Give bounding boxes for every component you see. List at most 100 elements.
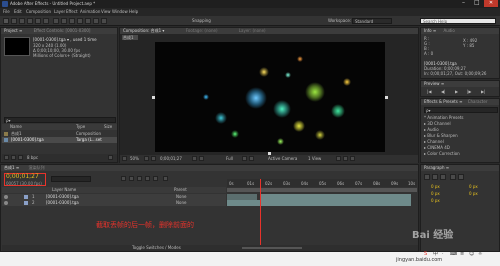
layer-parent[interactable]: None [176, 200, 186, 205]
quality-dropdown[interactable]: Full [226, 156, 233, 161]
brush-tool-icon[interactable] [77, 18, 83, 24]
graph-editor-icon[interactable] [163, 176, 168, 181]
align-center-icon[interactable] [432, 174, 438, 180]
label-color-swatch[interactable] [24, 201, 28, 205]
transparency-icon[interactable] [249, 156, 254, 161]
space-before[interactable]: 0 px [431, 191, 440, 196]
comp-breadcrumb[interactable]: 合成1 [122, 35, 138, 40]
always-preview-icon[interactable] [122, 156, 127, 161]
effects-tab[interactable]: Effects & Presets ≡ [424, 99, 462, 104]
pan-behind-tool-icon[interactable] [43, 18, 49, 24]
timeline-search-input[interactable] [51, 176, 91, 182]
grid-icon[interactable] [144, 156, 149, 161]
selection-tool-icon[interactable] [3, 18, 9, 24]
timeline-layer-row[interactable]: 2 [0001-0300].tga None [2, 200, 226, 206]
frame-blend-icon[interactable] [145, 176, 150, 181]
col-type[interactable]: Type [76, 124, 85, 129]
tray-icon[interactable]: ☺ [469, 252, 474, 257]
timeline-icon[interactable] [343, 156, 348, 161]
new-folder-icon[interactable] [11, 155, 16, 160]
eraser-tool-icon[interactable] [93, 18, 99, 24]
paragraph-tab[interactable]: Paragraph ≡ [424, 165, 449, 170]
handle-left[interactable] [152, 96, 155, 99]
first-frame-button[interactable]: |◀ [427, 89, 431, 94]
puppet-tool-icon[interactable] [101, 18, 107, 24]
indent-left[interactable]: 0 px [431, 184, 440, 189]
col-parent[interactable]: Parent [174, 187, 187, 192]
pen-tool-icon[interactable] [61, 18, 67, 24]
shy-icon[interactable] [137, 176, 142, 181]
project-row-footage[interactable]: [0001-0300].tga Targa (L...set [2, 137, 117, 143]
render-queue-tab[interactable]: 渲染队列 [28, 165, 44, 170]
menu-animation[interactable]: Animation [80, 9, 100, 14]
col-name[interactable]: Name [10, 124, 22, 129]
character-tab[interactable]: Character [468, 99, 488, 104]
tray-icon[interactable]: 中 [433, 252, 438, 257]
flowchart-icon[interactable] [350, 156, 355, 161]
work-area-bar[interactable] [227, 188, 417, 192]
effects-category[interactable]: ▸ Audio [424, 127, 439, 132]
align-right-icon[interactable] [440, 174, 446, 180]
snapping-label[interactable]: Snapping [192, 18, 211, 23]
rectangle-tool-icon[interactable] [53, 18, 59, 24]
justify-all-icon[interactable] [458, 174, 464, 180]
composition-tab[interactable]: Composition: 合成1 ▾ [123, 28, 164, 33]
bit-depth[interactable]: 8 bpc [27, 155, 38, 160]
current-time[interactable]: 0;00;01;27 [6, 174, 39, 180]
zoom-dropdown[interactable]: 50% [130, 156, 139, 161]
interpret-footage-icon[interactable] [4, 155, 9, 160]
effect-controls-tab[interactable]: Effect Controls: [0001-0300] [34, 28, 91, 33]
new-comp-icon[interactable] [18, 155, 23, 160]
hand-tool-icon[interactable] [11, 18, 17, 24]
views-dropdown[interactable]: 1 View [308, 156, 321, 161]
menu-file[interactable]: File [3, 9, 10, 14]
fast-preview-icon[interactable] [336, 156, 341, 161]
viewer-time[interactable]: 0;00;01;27 [160, 156, 182, 161]
project-tab[interactable]: Project ≡ [4, 28, 22, 33]
tray-icon[interactable]: ⌨ [450, 252, 457, 257]
menu-window[interactable]: Window [112, 9, 128, 14]
audio-tab[interactable]: Audio [443, 28, 454, 33]
menu-effect[interactable]: Effect [66, 9, 78, 14]
menu-help[interactable]: Help [129, 9, 138, 14]
toggle-switches-modes[interactable]: Toggle Switches / Modes [132, 245, 181, 250]
text-tool-icon[interactable] [69, 18, 75, 24]
menu-edit[interactable]: Edit [14, 9, 22, 14]
menu-view[interactable]: View [101, 9, 111, 14]
next-frame-button[interactable]: |▶ [467, 89, 471, 94]
justify-icon[interactable] [450, 174, 456, 180]
effects-category[interactable]: ▸ Blur & Sharpen [424, 133, 458, 138]
zoom-slider[interactable] [242, 247, 302, 249]
tray-icon[interactable]: S [424, 252, 427, 257]
indent-right[interactable]: 0 px [469, 184, 478, 189]
close-button[interactable]: ✕ [484, 0, 498, 7]
zoom-tool-icon[interactable] [19, 18, 25, 24]
snapshot-icon[interactable] [192, 156, 197, 161]
comp-mini-flowchart-icon[interactable] [121, 176, 126, 181]
playhead[interactable] [260, 179, 261, 249]
layer-tab[interactable]: Layer: (none) [239, 28, 266, 33]
comp-viewer[interactable] [155, 42, 385, 152]
tray-icon[interactable]: · [442, 252, 444, 257]
prev-frame-button[interactable]: ◀| [441, 89, 445, 94]
col-layer-name[interactable]: Layer Name [52, 187, 76, 192]
camera-tool-icon[interactable] [35, 18, 41, 24]
effects-category[interactable]: ▸ Channel [424, 139, 444, 144]
effects-category[interactable]: ▸ 3D Channel [424, 121, 451, 126]
label-color-swatch[interactable] [24, 195, 28, 199]
footage-tab[interactable]: Footage: (none) [186, 28, 218, 33]
time-ruler[interactable]: 0s 01s 02s 03s 04s 05s 06s 07s 08s 09s 1… [227, 179, 417, 187]
visibility-eye-icon[interactable] [4, 201, 8, 205]
layer-duration-bar[interactable] [227, 200, 411, 206]
effects-category[interactable]: ▸ Color Correction [424, 151, 460, 156]
camera-dropdown[interactable]: Active Camera [268, 156, 297, 161]
align-left-icon[interactable] [424, 174, 430, 180]
last-frame-button[interactable]: ▶| [481, 89, 485, 94]
effects-category[interactable]: * Animation Presets [424, 115, 464, 120]
tray-icon[interactable]: ☼ [478, 252, 482, 257]
region-icon[interactable] [242, 156, 247, 161]
first-line-indent[interactable]: 0 px [431, 198, 440, 203]
menu-composition[interactable]: Composition [26, 9, 51, 14]
motion-blur-icon[interactable] [153, 176, 158, 181]
maximize-button[interactable]: □ [474, 0, 480, 6]
